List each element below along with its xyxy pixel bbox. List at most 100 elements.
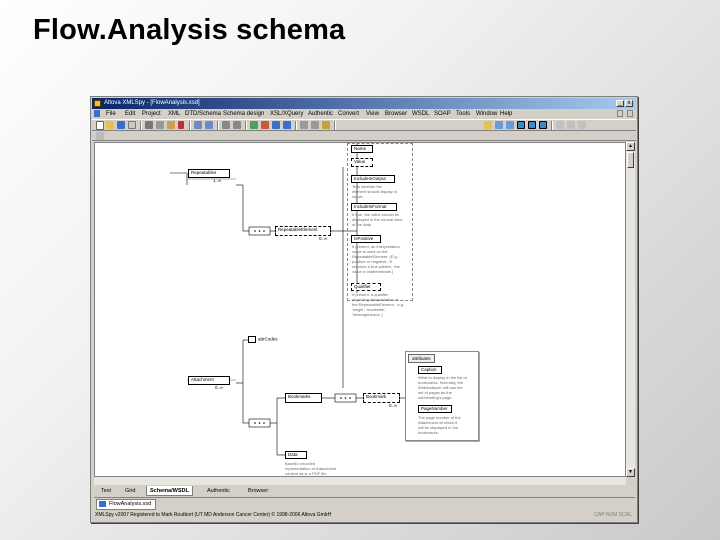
- repeatable-element[interactable]: RepeatableElement: [275, 226, 331, 236]
- xquery-icon[interactable]: [283, 121, 291, 129]
- toolbar-separator: [217, 121, 219, 130]
- tab-authentic[interactable]: Authentic: [204, 486, 233, 496]
- undo-icon[interactable]: [194, 121, 202, 129]
- data-element[interactable]: Data: [285, 451, 307, 459]
- toolbar-separator: [295, 121, 297, 130]
- attachment-element[interactable]: Attachment: [188, 376, 230, 385]
- doc-close-icon[interactable]: [627, 110, 633, 117]
- grid-icon[interactable]: [517, 121, 525, 129]
- menu-soap[interactable]: SOAP: [434, 109, 451, 119]
- find-icon[interactable]: [222, 121, 230, 129]
- caption-description: What to display in the list of bookmarks…: [418, 375, 467, 400]
- tab-browser[interactable]: Browser: [245, 486, 271, 496]
- redo-icon[interactable]: [205, 121, 213, 129]
- qualifier-attribute[interactable]: Qualifier: [351, 283, 381, 291]
- table-icon[interactable]: [528, 121, 536, 129]
- page-number-attribute[interactable]: PageNumber: [418, 405, 452, 413]
- is-positive-description: If present, an interpretation value is u…: [352, 244, 400, 274]
- menu-edit[interactable]: Edit: [125, 109, 135, 119]
- menu-window[interactable]: Window: [476, 109, 497, 119]
- view-tabs: Text Grid Schema/WSDL Authentic Browser: [94, 486, 635, 496]
- spell-icon[interactable]: [556, 121, 564, 129]
- status-indicators: CAP NUM SCRL: [594, 512, 632, 518]
- name-attribute[interactable]: Name: [351, 145, 373, 153]
- toolbar-separator: [334, 121, 336, 130]
- xmlspy-window: Altova XMLSpy - [FlowAnalysis.xsd] _ x F…: [90, 96, 638, 523]
- menu-file[interactable]: File: [106, 109, 116, 119]
- close-button[interactable]: x: [625, 100, 633, 107]
- generate-icon[interactable]: [311, 121, 319, 129]
- attr-codes-label: attrCodes: [258, 336, 278, 342]
- vertical-scrollbar[interactable]: ▲ ▼: [626, 142, 635, 477]
- value-attribute[interactable]: Value: [351, 158, 373, 167]
- repeatables-element[interactable]: Repeatables: [188, 169, 230, 178]
- xslt-icon[interactable]: [272, 121, 280, 129]
- document-menu-icon[interactable]: [94, 110, 100, 117]
- window-titlebar[interactable]: Altova XMLSpy - [FlowAnalysis.xsd] _ x: [92, 98, 636, 109]
- print-icon[interactable]: [128, 121, 136, 129]
- include-in-output-description: Tells whether the element should display…: [352, 184, 397, 199]
- tab-grid[interactable]: Grid: [122, 486, 138, 496]
- toolbar-separator: [140, 121, 142, 130]
- qualifier-description: If present, a qualifier regarding interp…: [352, 292, 405, 317]
- menu-authentic[interactable]: Authentic: [308, 109, 333, 119]
- menu-xsl-xquery[interactable]: XSL/XQuery: [270, 109, 303, 119]
- schema-overview-icon[interactable]: [96, 132, 104, 140]
- well-formed-icon[interactable]: [261, 121, 269, 129]
- save-icon[interactable]: [117, 121, 125, 129]
- menu-xml[interactable]: XML: [168, 109, 180, 119]
- attr-codes-element[interactable]: attrCodes: [248, 336, 278, 343]
- menu-browser[interactable]: Browser: [385, 109, 407, 119]
- data-description: Base64 encoded representation of Attachm…: [285, 461, 337, 476]
- xsd-file-icon: [99, 501, 106, 507]
- toolbar-separator: [245, 121, 247, 130]
- main-toolbar: [92, 119, 636, 131]
- options-icon[interactable]: [567, 121, 575, 129]
- tab-text[interactable]: Text: [98, 486, 114, 496]
- repeatables-cardinality: 1..∞: [213, 178, 222, 183]
- app-icon: [94, 100, 101, 107]
- menu-project[interactable]: Project: [142, 109, 161, 119]
- folder-icon[interactable]: [484, 121, 492, 129]
- schema-icon[interactable]: [300, 121, 308, 129]
- open-icon[interactable]: [106, 121, 114, 129]
- menu-schema-design[interactable]: Schema design: [223, 109, 264, 119]
- new-file-icon[interactable]: [96, 121, 104, 130]
- cut-icon[interactable]: [145, 121, 153, 129]
- db-icon[interactable]: [495, 121, 503, 129]
- bookmark-cardinality: 0..∞: [389, 403, 398, 408]
- include-in-format-attribute[interactable]: IncludeInFormat: [351, 203, 397, 211]
- horizontal-scrollbar[interactable]: [94, 477, 626, 485]
- page-number-description: The page number of the Attachment at whi…: [418, 415, 461, 435]
- scroll-thumb[interactable]: [627, 152, 634, 168]
- validate-icon[interactable]: [250, 121, 258, 129]
- scroll-up-icon[interactable]: ▲: [626, 142, 635, 151]
- doc-minimize-icon[interactable]: [617, 110, 623, 117]
- replace-icon[interactable]: [233, 121, 241, 129]
- browser-icon[interactable]: [322, 121, 330, 129]
- tab-schema-wsdl[interactable]: Schema/WSDL: [146, 486, 193, 496]
- paste-icon[interactable]: [167, 121, 175, 129]
- delete-icon[interactable]: [178, 121, 184, 129]
- bookmarks-element[interactable]: Bookmarks: [285, 393, 322, 403]
- menu-tools[interactable]: Tools: [456, 109, 470, 119]
- file-tab-flowanalysis[interactable]: FlowAnalysis.xsd: [96, 499, 157, 510]
- bookmark-element[interactable]: Bookmark: [363, 393, 400, 403]
- copy-icon[interactable]: [156, 121, 164, 129]
- toolbar-separator: [551, 121, 553, 130]
- menu-wsdl[interactable]: WSDL: [412, 109, 429, 119]
- scroll-down-icon[interactable]: ▼: [626, 468, 635, 477]
- schema-diagram-canvas[interactable]: Repeatables 1..∞ RepeatableElement 0..∞ …: [94, 142, 626, 477]
- include-in-output-attribute[interactable]: IncludeInOutput: [351, 175, 395, 183]
- menu-help[interactable]: Help: [500, 109, 512, 119]
- menu-dtd-schema[interactable]: DTD/Schema: [185, 109, 221, 119]
- window-icon[interactable]: [539, 121, 547, 129]
- menu-view[interactable]: View: [366, 109, 379, 119]
- menu-convert[interactable]: Convert: [338, 109, 359, 119]
- minimize-button[interactable]: _: [616, 100, 624, 107]
- help-icon[interactable]: [578, 121, 586, 129]
- caption-attribute[interactable]: Caption: [418, 366, 442, 374]
- is-positive-attribute[interactable]: IsPositive: [351, 235, 381, 243]
- file-tab-bar: FlowAnalysis.xsd: [94, 497, 635, 510]
- diff-icon[interactable]: [506, 121, 514, 129]
